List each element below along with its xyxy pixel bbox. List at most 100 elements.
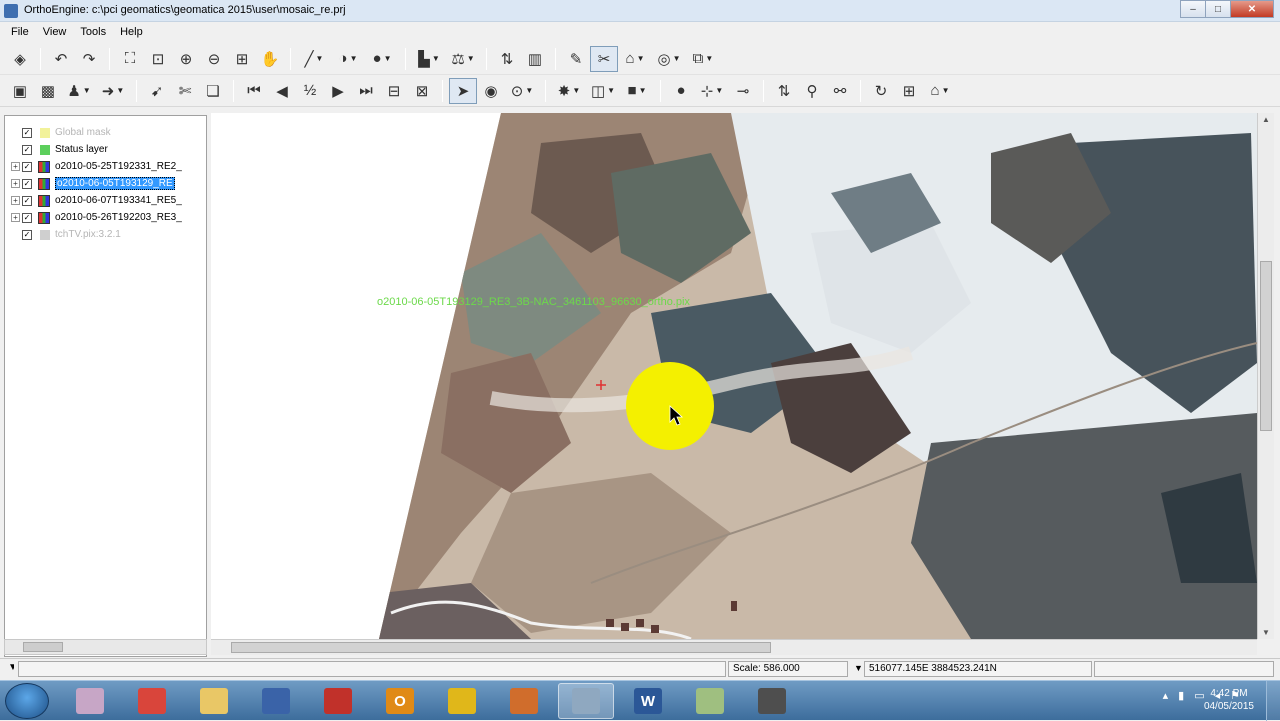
- layers-button[interactable]: ◈: [6, 46, 34, 72]
- zoom-extent-button[interactable]: ⛶: [116, 46, 144, 72]
- dropdown-arrow-icon[interactable]: ▼: [525, 86, 533, 95]
- dropdown-arrow-icon[interactable]: ▼: [637, 54, 645, 63]
- layer-visibility-checkbox[interactable]: ✓: [22, 161, 32, 172]
- paint-app-button[interactable]: [62, 683, 118, 719]
- clock[interactable]: 4:42 PM 04/05/2015: [1204, 687, 1254, 713]
- layer-visibility-checkbox[interactable]: ✓: [22, 195, 32, 206]
- tray-network-icon[interactable]: ▮: [1178, 689, 1184, 702]
- cut-button[interactable]: ✄: [171, 78, 199, 104]
- dropdown-arrow-icon[interactable]: ▼: [607, 86, 615, 95]
- menu-view[interactable]: View: [36, 22, 74, 42]
- menu-tools[interactable]: Tools: [73, 22, 113, 42]
- layer-visibility-checkbox[interactable]: ✓: [22, 144, 32, 155]
- edit-button[interactable]: ✎: [562, 46, 590, 72]
- dropdown-arrow-icon[interactable]: ▼: [116, 86, 124, 95]
- explorer-app-button[interactable]: [186, 683, 242, 719]
- scale-dropdown-icon[interactable]: ▼: [850, 661, 862, 677]
- enhance-button[interactable]: ◑ ▼: [331, 46, 365, 72]
- connect-button[interactable]: ⚯: [826, 78, 854, 104]
- matlab-app-button[interactable]: [496, 683, 552, 719]
- menu-help[interactable]: Help: [113, 22, 150, 42]
- focus-app-button[interactable]: [248, 683, 304, 719]
- histogram-button[interactable]: ▙ ▼: [412, 46, 446, 72]
- view-horizontal-scrollbar[interactable]: [211, 639, 1257, 655]
- half-button[interactable]: ½: [296, 78, 324, 104]
- light-button[interactable]: ● ▼: [365, 46, 399, 72]
- vertical-scroll-thumb[interactable]: [1260, 261, 1272, 431]
- network-button[interactable]: ⧉ ▼: [686, 46, 720, 72]
- point-button[interactable]: ●: [667, 78, 695, 104]
- layer-row[interactable]: ✓ Global mask: [5, 124, 208, 141]
- undo-button[interactable]: ↶: [47, 46, 75, 72]
- fill-button[interactable]: ■ ▼: [620, 78, 654, 104]
- prev-button[interactable]: ◀: [268, 78, 296, 104]
- scroll-up-icon[interactable]: ▲: [1262, 115, 1270, 124]
- show-desktop-button[interactable]: [1266, 681, 1280, 721]
- start-button[interactable]: [5, 683, 49, 719]
- merge-button[interactable]: ⊠: [408, 78, 436, 104]
- scroll-thumb[interactable]: [23, 642, 63, 652]
- dropdown-arrow-icon[interactable]: ▼: [705, 54, 713, 63]
- nodrop-app-button[interactable]: [310, 683, 366, 719]
- dropdown-arrow-icon[interactable]: ▼: [467, 54, 475, 63]
- map-view[interactable]: o2010-06-05T193129_RE3_3B-NAC_3461103_96…: [211, 113, 1257, 639]
- export-button[interactable]: ➜ ▼: [96, 78, 130, 104]
- grid-select-button[interactable]: ⊹ ▼: [695, 78, 729, 104]
- lync-app-button[interactable]: [434, 683, 490, 719]
- zoom-layer-button[interactable]: ⊡: [144, 46, 172, 72]
- layer-visibility-checkbox[interactable]: ✓: [22, 178, 32, 189]
- target-button[interactable]: ◉: [477, 78, 505, 104]
- pan-hand-button[interactable]: ✋: [256, 46, 284, 72]
- menu-file[interactable]: File: [4, 22, 36, 42]
- polygon-button[interactable]: ⌂ ▼: [618, 46, 652, 72]
- dropdown-arrow-icon[interactable]: ▼: [316, 54, 324, 63]
- dropdown-arrow-icon[interactable]: ▼: [942, 86, 950, 95]
- dropdown-arrow-icon[interactable]: ▼: [673, 54, 681, 63]
- layer-row[interactable]: ✓ tchTV.pix:3.2.1: [5, 226, 208, 243]
- layer-visibility-checkbox[interactable]: ✓: [22, 127, 32, 138]
- add-image-button[interactable]: ▣: [6, 78, 34, 104]
- select-mosaic-button[interactable]: ➹: [143, 78, 171, 104]
- tower-button[interactable]: ⌂ ▼: [923, 78, 957, 104]
- close-button[interactable]: ✕: [1230, 0, 1274, 18]
- zoom-in-button[interactable]: ⊕: [172, 46, 200, 72]
- refresh-button[interactable]: ↻: [867, 78, 895, 104]
- tiles-button[interactable]: ⊞: [895, 78, 923, 104]
- dropdown-arrow-icon[interactable]: ▼: [572, 86, 580, 95]
- cutline-button[interactable]: ✂: [590, 45, 618, 72]
- link-button[interactable]: ⊸: [729, 78, 757, 104]
- frame-button[interactable]: ◫ ▼: [586, 78, 620, 104]
- view-vertical-scrollbar[interactable]: ▲ ▼: [1257, 113, 1274, 639]
- mosaic-button[interactable]: ▩: [34, 78, 62, 104]
- render-button[interactable]: ◎ ▼: [652, 46, 686, 72]
- dropdown-arrow-icon[interactable]: ▼: [384, 54, 392, 63]
- next-button[interactable]: ▶: [324, 78, 352, 104]
- copy-button[interactable]: ❏: [199, 78, 227, 104]
- dropdown-arrow-icon[interactable]: ▼: [83, 86, 91, 95]
- dropdown-arrow-icon[interactable]: ▼: [432, 54, 440, 63]
- pins-button[interactable]: ⚲: [798, 78, 826, 104]
- expand-icon[interactable]: +: [11, 196, 20, 205]
- redo-button[interactable]: ↷: [75, 46, 103, 72]
- zoom-out-button[interactable]: ⊖: [200, 46, 228, 72]
- tray-expand-icon[interactable]: ▴: [1163, 689, 1169, 702]
- xy-button[interactable]: ⇅: [493, 46, 521, 72]
- zoom-select-button[interactable]: ⊙ ▼: [505, 78, 539, 104]
- scroll-down-icon[interactable]: ▼: [1262, 628, 1270, 637]
- split-button[interactable]: ⊟: [380, 78, 408, 104]
- first-button[interactable]: ⏮: [240, 78, 268, 104]
- outlook-app-button[interactable]: O: [372, 683, 428, 719]
- layer-tree-scrollbar[interactable]: [4, 639, 207, 655]
- recorder-app-button[interactable]: [744, 683, 800, 719]
- horizontal-scroll-thumb[interactable]: [231, 642, 771, 653]
- layer-visibility-checkbox[interactable]: ✓: [22, 229, 32, 240]
- maximize-button[interactable]: □: [1205, 0, 1231, 18]
- layer-row[interactable]: + ✓ o2010-06-05T193129_RE: [5, 175, 208, 192]
- orthoengine-app-button[interactable]: [558, 683, 614, 719]
- expand-icon[interactable]: +: [11, 213, 20, 222]
- layer-row[interactable]: + ✓ o2010-06-07T193341_RE5_: [5, 192, 208, 209]
- pointer-button[interactable]: ➤: [449, 77, 477, 104]
- layer-row[interactable]: ✓ Status layer: [5, 141, 208, 158]
- draw-line-button[interactable]: ╱ ▼: [297, 46, 331, 72]
- bands-button[interactable]: ▥: [521, 46, 549, 72]
